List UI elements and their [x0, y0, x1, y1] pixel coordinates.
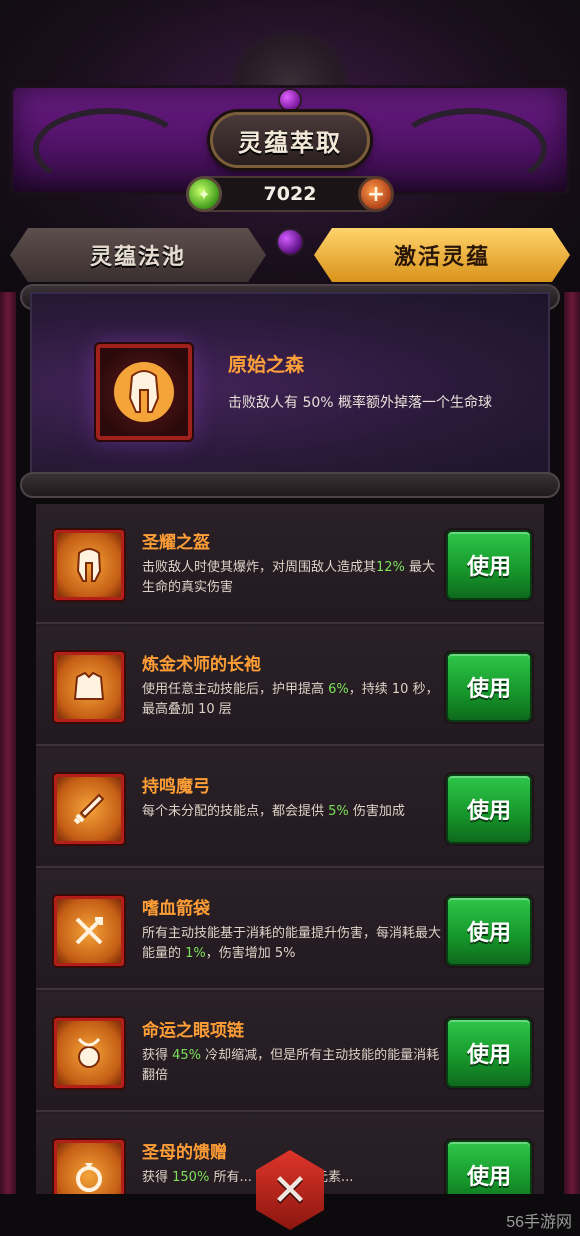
add-currency-button[interactable]: + [358, 176, 394, 212]
helmet-icon [54, 530, 124, 600]
featured-desc: 击败敌人有 50% 概率额外掉落一个生命球 [228, 395, 493, 411]
use-button[interactable]: 使用 [446, 774, 532, 844]
item-title: 炼金术师的长袍 [142, 655, 261, 675]
sword-icon [54, 774, 124, 844]
left-pillar [0, 292, 16, 1236]
soul-orb-icon: ✦ [186, 176, 222, 212]
spartan-helmet-icon [114, 362, 174, 422]
tab-label: 灵蕴法池 [89, 245, 186, 270]
tab-divider-gem-icon [276, 228, 304, 256]
list-item: 圣耀之盔 击败敌人时使其爆炸，对周围敌人造成其12% 最大生命的真实伤害 使用 [36, 504, 544, 624]
featured-title: 原始之森 [228, 354, 305, 376]
title-plate: 灵蕴萃取 [210, 112, 370, 168]
item-desc: 每个未分配的技能点，都会提供 5% 伤害加成 [142, 804, 405, 819]
watermark: 56手游网 [506, 1214, 572, 1231]
robe-icon [54, 652, 124, 722]
featured-icon-frame [96, 344, 192, 440]
list-item: 命运之眼项链 获得 45% 冷却缩减，但是所有主动技能的能量消耗翻倍 使用 [36, 992, 544, 1112]
item-title: 命运之眼项链 [142, 1021, 244, 1041]
item-title: 圣耀之盔 [142, 533, 210, 553]
tab-activate-spirit[interactable]: 激活灵蕴 [314, 228, 570, 282]
item-desc: 所有主动技能基于消耗的能量提升伤害，每消耗最大能量的 1%，伤害增加 5% [142, 926, 442, 961]
list-item: 炼金术师的长袍 使用任意主动技能后，护甲提高 6%，持续 10 秒，最高叠加 1… [36, 626, 544, 746]
tab-label: 激活灵蕴 [393, 245, 490, 270]
tab-spirit-pool[interactable]: 灵蕴法池 [10, 228, 266, 282]
right-pillar [564, 292, 580, 1236]
header-gem-icon [278, 88, 302, 112]
list-item: 持鸣魔弓 每个未分配的技能点，都会提供 5% 伤害加成 使用 [36, 748, 544, 868]
use-button[interactable]: 使用 [446, 1018, 532, 1088]
use-button[interactable]: 使用 [446, 652, 532, 722]
page-title: 灵蕴萃取 [238, 128, 342, 157]
currency-value: 7022 [263, 183, 317, 205]
use-button[interactable]: 使用 [446, 896, 532, 966]
use-button[interactable]: 使用 [446, 530, 532, 600]
item-title: 持鸣魔弓 [142, 777, 210, 797]
item-desc: 击败敌人时使其爆炸，对周围敌人造成其12% 最大生命的真实伤害 [142, 560, 436, 595]
ornate-bar-bottom [20, 472, 560, 498]
quiver-icon [54, 896, 124, 966]
item-desc: 获得 45% 冷却缩减，但是所有主动技能的能量消耗翻倍 [142, 1048, 440, 1083]
close-x-icon: ✕ [271, 1164, 309, 1216]
list-item: 嗜血箭袋 所有主动技能基于消耗的能量提升伤害，每消耗最大能量的 1%，伤害增加 … [36, 870, 544, 990]
item-desc: 使用任意主动技能后，护甲提高 6%，持续 10 秒，最高叠加 10 层 [142, 682, 439, 717]
item-title: 圣母的馈赠 [142, 1143, 227, 1163]
item-title: 嗜血箭袋 [142, 899, 210, 919]
amulet-icon [54, 1018, 124, 1088]
